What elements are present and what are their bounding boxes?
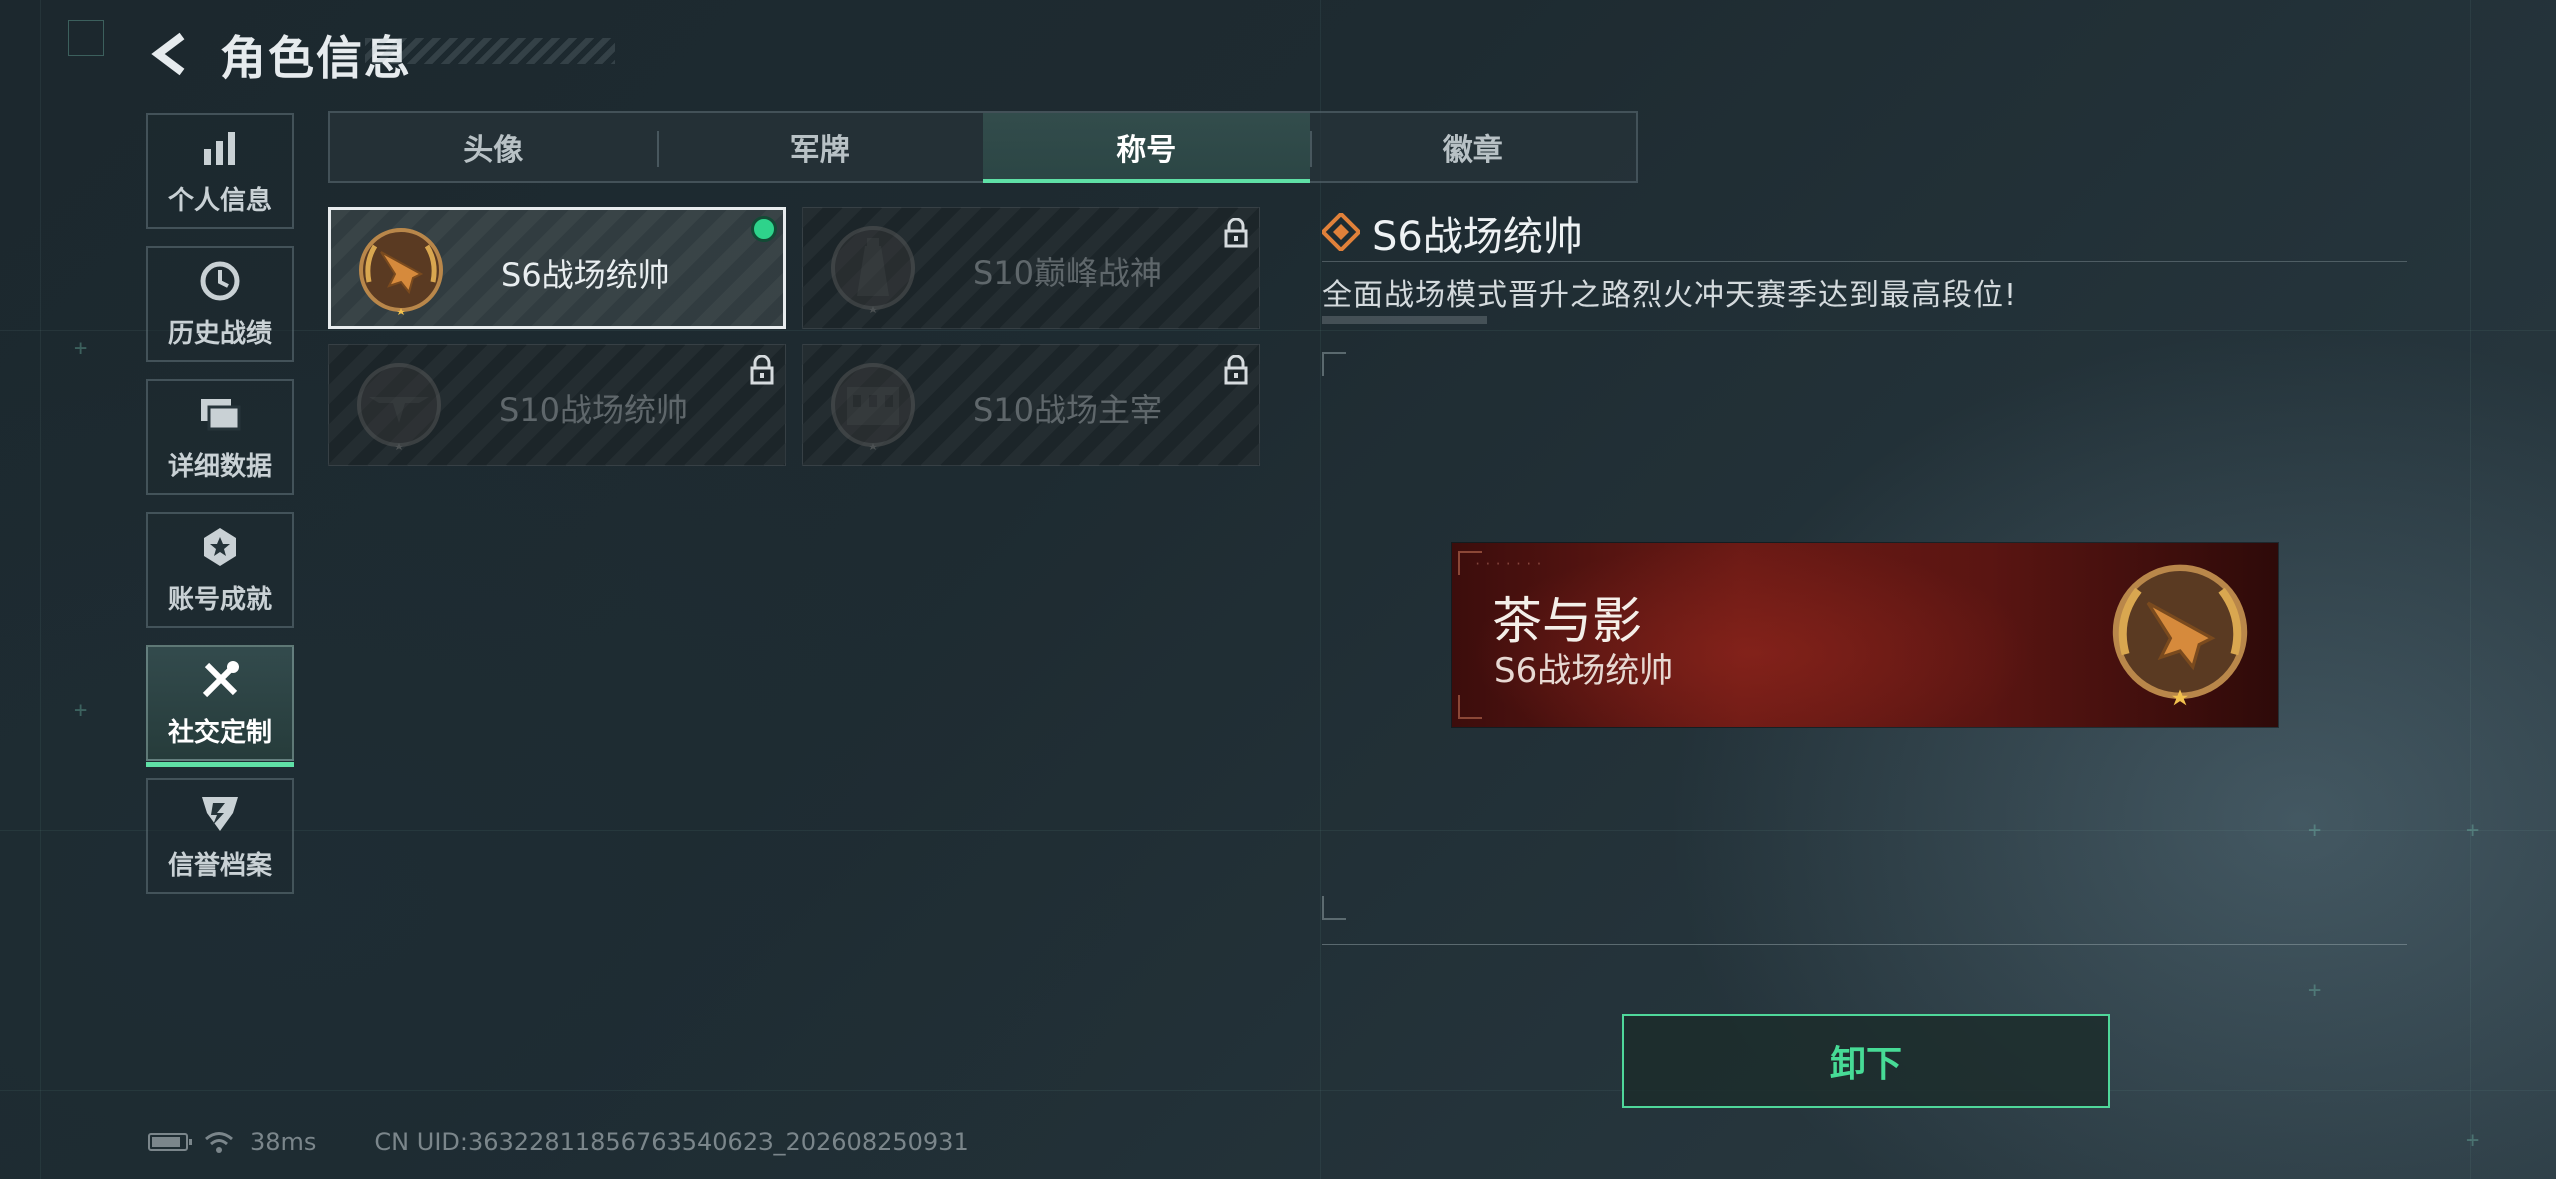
- title-card-s10-peak-god[interactable]: S10巅峰战神: [802, 207, 1260, 329]
- bg-plus-mark: +: [2466, 818, 2480, 843]
- nameplate-corner: [1458, 551, 1482, 575]
- sidebar-item-social-customization[interactable]: 社交定制: [146, 645, 294, 767]
- unequip-button[interactable]: 卸下: [1622, 1014, 2110, 1108]
- sidebar-item-achievements[interactable]: 账号成就: [146, 512, 294, 628]
- diamond-rank-icon: [1322, 213, 1360, 251]
- detail-title: S6战场统帅: [1372, 214, 1583, 260]
- back-button[interactable]: [145, 28, 195, 80]
- bg-grid-line: [40, 0, 41, 1179]
- wrench-screwdriver-icon: [198, 658, 242, 702]
- sidebar-item-personal-info[interactable]: 个人信息: [146, 113, 294, 229]
- bar-chart-icon: [198, 126, 242, 170]
- nameplate-corner: [1458, 695, 1482, 719]
- status-bar: 38ms CN UID:3632281185676354062З_2026082…: [148, 1128, 969, 1156]
- title-card-s6-commander[interactable]: S6战场统帅: [328, 207, 786, 329]
- tower-laurel-icon: [831, 226, 915, 313]
- equipped-indicator: [751, 216, 777, 242]
- preview-bottom-divider: [1322, 944, 2407, 945]
- nameplate-preview: ······· 茶与影 S6战场统帅: [1452, 543, 2278, 727]
- sidebar-item-label: 个人信息: [167, 186, 272, 216]
- title-card-s10-dominator[interactable]: S10战场主宰: [802, 344, 1260, 466]
- category-tabs: 头像 军牌 称号 徽章: [328, 111, 1638, 183]
- folders-icon: [198, 392, 242, 436]
- detail-divider: [1322, 261, 2407, 262]
- sidebar-item-label: 详细数据: [167, 452, 272, 482]
- bg-plus-mark: +: [2308, 978, 2322, 1003]
- clock-icon: [198, 259, 242, 303]
- bg-plus-mark: +: [2466, 1128, 2480, 1153]
- game-screen: { "header": { "title": "角色信息", "back_ico…: [0, 0, 2556, 1179]
- lock-icon: [1224, 355, 1248, 385]
- tab-badge[interactable]: 徽章: [1309, 113, 1637, 181]
- wifi-icon: [205, 1132, 233, 1153]
- bg-plus-mark: +: [74, 336, 88, 361]
- tab-avatar[interactable]: 头像: [330, 113, 657, 181]
- detail-decoration: [1322, 316, 1487, 324]
- bg-plus-mark: +: [2308, 818, 2322, 843]
- sidebar-item-detailed-data[interactable]: 详细数据: [146, 379, 294, 495]
- sidebar-item-label: 社交定制: [167, 718, 272, 748]
- sidebar-item-label: 历史战绩: [167, 319, 272, 349]
- bg-grid-line: [0, 830, 2556, 831]
- title-card-name: S10战场统帅: [499, 391, 689, 429]
- preview-frame-corner: [1322, 896, 1346, 920]
- colosseum-laurel-icon: [831, 363, 915, 450]
- battery-icon: [148, 1133, 192, 1151]
- bg-plus-mark: +: [74, 698, 88, 723]
- tab-dog-tag[interactable]: 军牌: [656, 113, 984, 181]
- user-uid: CN UID:3632281185676354062З_202608250931: [374, 1128, 969, 1156]
- sidebar-item-credit-record[interactable]: 信誉档案: [146, 778, 294, 894]
- nameplate-title: S6战场统帅: [1494, 651, 1674, 691]
- bg-grid-line: [0, 330, 2556, 331]
- sidebar-item-label: 账号成就: [167, 585, 272, 615]
- sidebar-item-match-history[interactable]: 历史战绩: [146, 246, 294, 362]
- aircraft-laurel-icon: [357, 363, 441, 450]
- tab-title[interactable]: 称号: [983, 113, 1310, 183]
- lock-icon: [750, 355, 774, 385]
- back-arrow-icon: [151, 32, 185, 76]
- title-decoration: [365, 38, 615, 64]
- bg-grid-line: [2470, 0, 2471, 1179]
- title-card-s10-commander[interactable]: S10战场统帅: [328, 344, 786, 466]
- lock-icon: [1224, 218, 1248, 248]
- ping-value: 38ms: [250, 1128, 317, 1156]
- preview-frame-corner: [1322, 352, 1346, 376]
- bg-grid-line: [0, 1090, 2556, 1091]
- shield-emblem-icon: [198, 791, 242, 835]
- title-card-name: S10巅峰战神: [973, 254, 1163, 292]
- medal-icon: [198, 525, 242, 569]
- bg-corner-frame: [68, 20, 104, 56]
- nameplate-decoration: ·······: [1474, 557, 1546, 571]
- detail-description: 全面战场模式晋升之路烈火冲天赛季达到最高段位!: [1322, 278, 2018, 313]
- title-card-name: S10战场主宰: [973, 391, 1163, 429]
- unequip-button-label: 卸下: [1829, 1044, 1902, 1085]
- sidebar-item-label: 信誉档案: [167, 851, 272, 881]
- fighter-jet-laurel-icon: [2112, 564, 2248, 706]
- title-card-name: S6战场统帅: [501, 256, 670, 294]
- fighter-jet-laurel-icon: [359, 228, 443, 315]
